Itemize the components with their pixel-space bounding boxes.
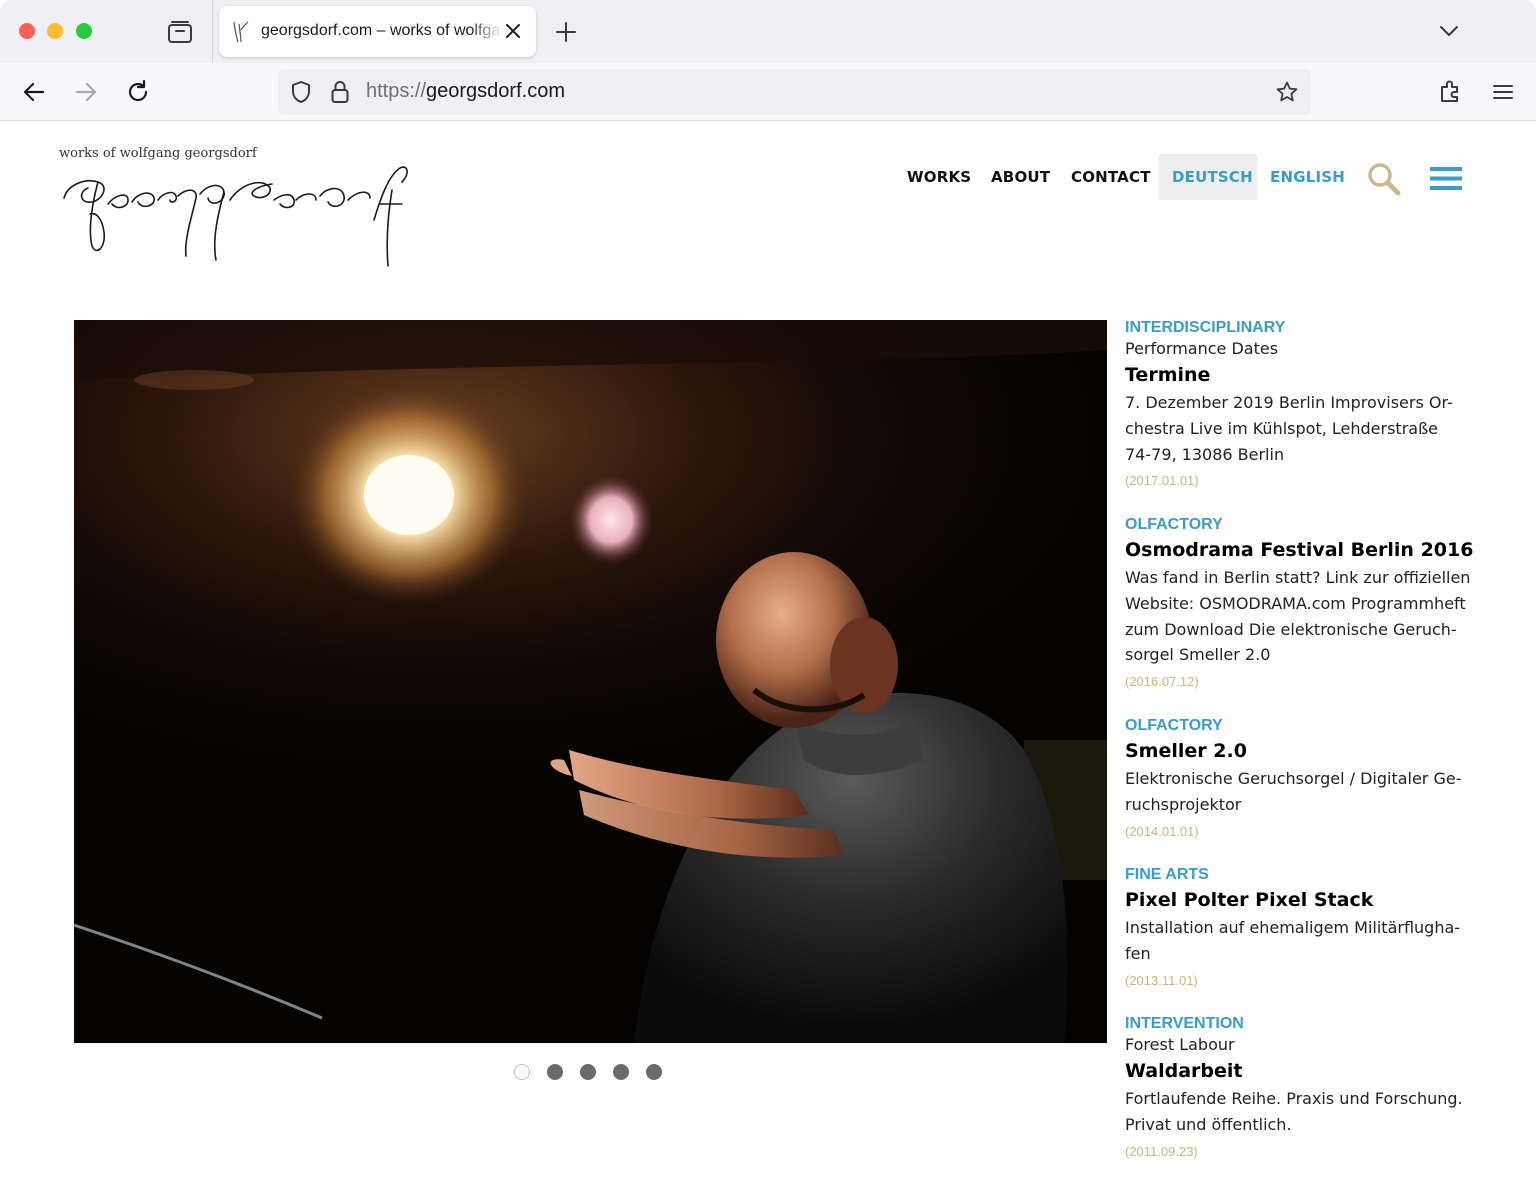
news-category[interactable]: INTERDISCIPLINARY [1125, 318, 1485, 338]
news-date: (2014.01.01) [1125, 823, 1199, 839]
news-category[interactable]: OLFACTORY [1125, 716, 1485, 736]
nav-works-link[interactable]: WORKS [907, 168, 971, 186]
logo-caption: works of wolfgang georgsdorf [59, 146, 257, 161]
news-body-line: fen [1125, 943, 1151, 963]
news-item[interactable]: INTERDISCIPLINARY Performance Dates Term… [1125, 318, 1485, 495]
news-title[interactable]: Osmodrama Festival Berlin 2016 [1125, 535, 1485, 565]
news-title[interactable]: Waldarbeit [1125, 1056, 1485, 1086]
extensions-puzzle-icon[interactable] [1438, 78, 1464, 104]
slide-dot-1[interactable] [514, 1064, 530, 1080]
news-body-line: 74-79, 13086 Berlin [1125, 444, 1285, 464]
window-minimize-button[interactable] [47, 23, 63, 39]
browser-tab[interactable]: georgsdorf.com – works of wolfgang georg… [219, 6, 536, 57]
lock-icon[interactable] [330, 79, 350, 105]
tab-separator [212, 0, 213, 63]
browser-tab-bar: georgsdorf.com – works of wolfgang georg… [0, 0, 1536, 63]
news-date: (2017.01.01) [1125, 473, 1199, 489]
window-zoom-button[interactable] [76, 23, 92, 39]
news-category[interactable]: INTERVENTION [1125, 1014, 1485, 1034]
news-category[interactable]: OLFACTORY [1125, 515, 1485, 535]
search-icon[interactable] [1366, 162, 1402, 196]
hero-slideshow-image[interactable] [74, 320, 1107, 1043]
tab-overview-icon[interactable] [166, 19, 194, 45]
news-body-line: Was fand in Berlin statt? Link zur offiz… [1125, 568, 1471, 587]
news-body-line: sorgel Smeller 2.0 [1125, 645, 1271, 665]
news-title[interactable]: Termine [1125, 360, 1485, 390]
tracking-protection-shield-icon[interactable] [290, 80, 312, 104]
news-date: (2016.07.12) [1125, 674, 1199, 690]
news-body-line: Installation auf ehemaligem Militärflugh… [1125, 918, 1461, 937]
address-bar[interactable]: https://georgsdorf.com [278, 69, 1311, 115]
url-scheme: https:// [366, 80, 427, 102]
slide-dot-2[interactable] [547, 1064, 563, 1080]
nav-deutsch-link[interactable]: DEUTSCH [1172, 168, 1253, 186]
news-category[interactable]: FINE ARTS [1125, 865, 1485, 885]
bookmark-star-icon[interactable] [1275, 80, 1299, 104]
signature-logo[interactable] [58, 160, 414, 272]
window-close-button[interactable] [19, 23, 35, 39]
news-body-line: zum Download Die elektronische Geruch- [1125, 619, 1457, 639]
news-body-line: Website: OSMODRAMA.com Programmheft [1125, 593, 1466, 613]
news-body-line: ruchsprojektor [1125, 794, 1242, 814]
site-menu-hamburger-icon[interactable] [1430, 167, 1462, 190]
forward-arrow-icon[interactable] [73, 79, 99, 105]
news-date: (2013.11.01) [1125, 972, 1198, 988]
news-body-line: Privat und öffentlich. [1125, 1114, 1292, 1134]
slide-dot-5[interactable] [646, 1064, 662, 1080]
nav-english-link[interactable]: ENGLISH [1270, 168, 1345, 186]
tab-close-icon[interactable] [504, 22, 522, 40]
url-host: georgsdorf.com [426, 80, 565, 102]
reload-icon[interactable] [125, 79, 151, 105]
news-date: (2011.09.23) [1125, 1143, 1198, 1159]
news-body-line: 7. Dezember 2019 Berlin Improvisers Or- [1125, 393, 1453, 412]
slide-dot-4[interactable] [613, 1064, 629, 1080]
news-subtitle: Forest Labour [1125, 1035, 1235, 1054]
news-body-line: Elektronische Geruchsorgel / Digitaler G… [1125, 769, 1462, 788]
url-text[interactable]: https://georgsdorf.com [366, 80, 565, 103]
site-favicon-icon [233, 21, 249, 43]
tab-title: georgsdorf.com – works of wolfgang georg… [261, 22, 503, 39]
news-title[interactable]: Smeller 2.0 [1125, 736, 1485, 766]
app-menu-hamburger-icon[interactable] [1490, 79, 1516, 105]
nav-contact-link[interactable]: CONTACT [1071, 168, 1151, 186]
news-body-line: Fortlaufende Reihe. Praxis und Forschung… [1125, 1089, 1463, 1108]
browser-navigation-bar: https://georgsdorf.com [0, 63, 1536, 121]
news-item[interactable]: OLFACTORY Osmodrama Festival Berlin 2016… [1125, 515, 1485, 696]
hero-photo-performer [74, 320, 1107, 1043]
news-item[interactable]: FINE ARTS Pixel Polter Pixel Stack Insta… [1125, 865, 1485, 995]
tab-list-chevron-down-icon[interactable] [1438, 22, 1460, 40]
news-item[interactable]: INTERVENTION Forest Labour Waldarbeit Fo… [1125, 1014, 1485, 1166]
news-body-line: chestra Live im Kühlspot, Lehderstraße [1125, 418, 1438, 438]
news-title[interactable]: Pixel Polter Pixel Stack [1125, 885, 1485, 915]
new-tab-plus-icon[interactable] [555, 21, 577, 43]
news-item[interactable]: OLFACTORY Smeller 2.0 Elektronische Geru… [1125, 716, 1485, 846]
nav-about-link[interactable]: ABOUT [991, 168, 1050, 186]
slide-dot-3[interactable] [580, 1064, 596, 1080]
news-subtitle: Performance Dates [1125, 339, 1279, 358]
back-arrow-icon[interactable] [21, 79, 47, 105]
